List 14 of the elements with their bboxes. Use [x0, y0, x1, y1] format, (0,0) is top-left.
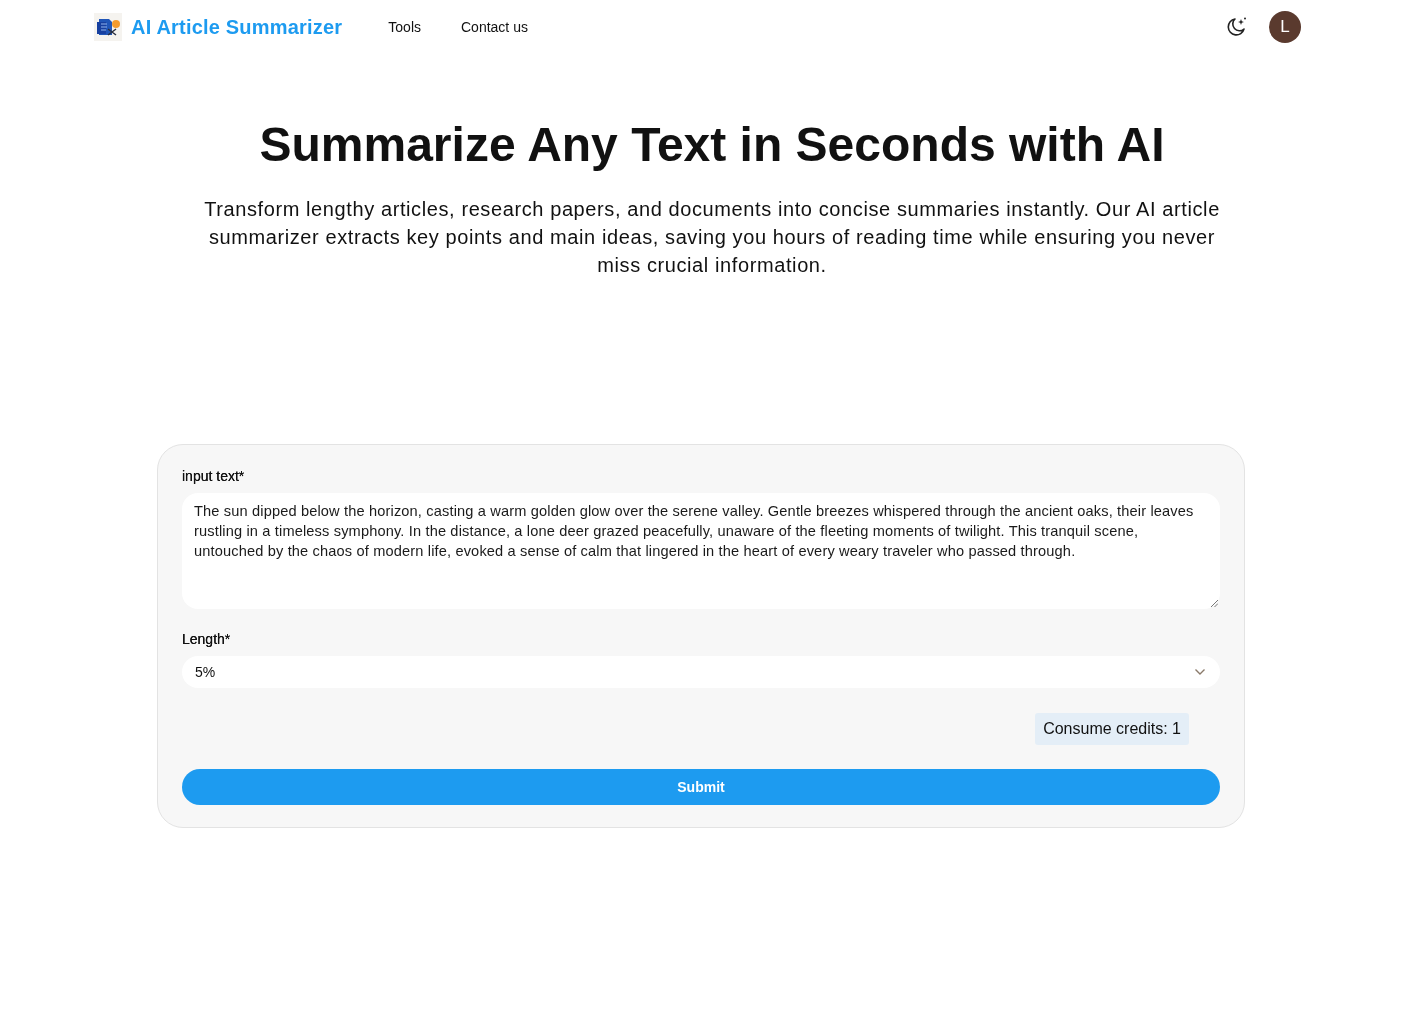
resize-handle-icon[interactable]	[1210, 599, 1218, 607]
user-avatar[interactable]: L	[1269, 11, 1301, 43]
nav-link[interactable]: Contact us	[461, 19, 528, 35]
nav-link[interactable]: Tools	[388, 19, 421, 35]
hero-title: Summarize Any Text in Seconds with AI	[259, 117, 1165, 173]
credits-badge: Consume credits: 1	[1035, 713, 1189, 745]
hero-subtitle: Transform lengthy articles, research papers, and documents into concise summaries instantly. Our AI article summarizer extracts key points and main ideas, saving you hours of reading time while ensuring you never miss crucial information.	[203, 197, 1221, 278]
length-select[interactable]: 5%	[182, 656, 1220, 688]
chevron-down-icon	[1194, 668, 1206, 676]
logo-icon	[94, 13, 122, 41]
text-input-field[interactable]: The sun dipped below the horizon, casting a warm golden glow over the serene valley. Gentle breezes whispered through the ancient oaks, their leaves rustling in a timeless symphony. In the distance, a lone deer grazed peacefully, unaware of the fleeting moments of twilight. This tranquil scene, untouched by the chaos of modern life, evoked a sense of calm that lingered in the heart of every weary traveler who passed through.	[182, 493, 1220, 609]
field-label: Length*	[182, 630, 232, 649]
field-label: input text*	[182, 467, 246, 486]
moon-sparkle-icon[interactable]	[1225, 16, 1247, 38]
